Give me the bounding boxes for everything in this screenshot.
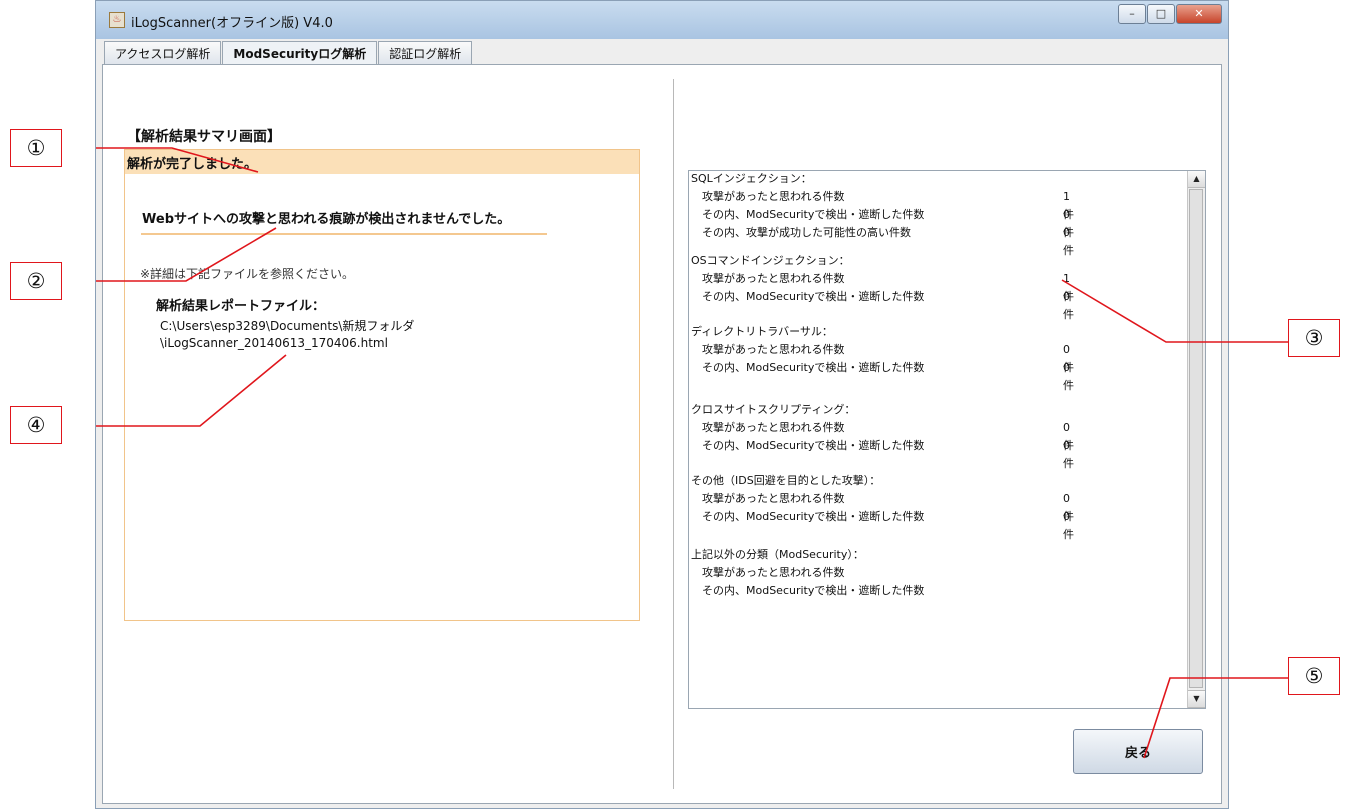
list-item: その内、攻撃が成功した可能性の高い件数 0件 bbox=[691, 224, 1074, 257]
callout-2: ② bbox=[10, 262, 62, 300]
item-label: 攻撃があったと思われる件数 bbox=[702, 190, 845, 203]
page-title: 【解析結果サマリ画面】 bbox=[127, 129, 281, 145]
group-ids-evasion: その他（IDS回避を目的とした攻撃）： 攻撃があったと思われる件数 0件 その内、… bbox=[691, 472, 1074, 541]
results-list[interactable]: SQLインジェクション： 攻撃があったと思われる件数 1件 その内、ModSecu… bbox=[688, 170, 1206, 709]
group-sql-injection: SQLインジェクション： 攻撃があったと思われる件数 1件 その内、ModSecu… bbox=[691, 171, 1074, 257]
item-count: 0件 bbox=[1063, 510, 1074, 541]
divider-line bbox=[141, 233, 547, 235]
tab-access-log[interactable]: アクセスログ解析 bbox=[104, 41, 222, 64]
group-title: SQLインジェクション： bbox=[691, 172, 812, 185]
list-item: 攻撃があったと思われる件数 1件 bbox=[691, 188, 1074, 221]
callout-1: ① bbox=[10, 129, 62, 167]
list-item: 攻撃があったと思われる件数 0件 bbox=[691, 341, 1074, 374]
title-bar: ♨ iLogScanner(オフライン版) V4.0 – □ ✕ bbox=[96, 1, 1228, 39]
item-label: 攻撃があったと思われる件数 bbox=[702, 566, 845, 579]
pane-divider bbox=[673, 79, 674, 789]
item-count: 0件 bbox=[1063, 439, 1074, 470]
report-path-line-1: C:\Users\esp3289\Documents\新規フォルダ bbox=[160, 319, 415, 333]
group-title: その他（IDS回避を目的とした攻撃）： bbox=[691, 474, 881, 487]
tab-auth-log[interactable]: 認証ログ解析 bbox=[378, 41, 473, 64]
item-count: 0件 bbox=[1063, 226, 1074, 257]
item-label: その内、ModSecurityで検出・遮断した件数 bbox=[702, 290, 925, 303]
vertical-scrollbar[interactable]: ▲ ▼ bbox=[1187, 171, 1205, 708]
item-count: 0件 bbox=[1063, 290, 1074, 321]
list-item: 攻撃があったと思われる件数 0件 bbox=[691, 490, 1074, 523]
list-item: 攻撃があったと思われる件数 bbox=[691, 564, 924, 582]
callout-5: ⑤ bbox=[1288, 657, 1340, 695]
item-label: 攻撃があったと思われる件数 bbox=[702, 492, 845, 505]
scroll-up-icon[interactable]: ▲ bbox=[1188, 171, 1205, 188]
back-button[interactable]: 戻る bbox=[1073, 729, 1203, 774]
app-window: ♨ iLogScanner(オフライン版) V4.0 – □ ✕ アクセスログ解… bbox=[95, 0, 1229, 809]
list-item: その内、ModSecurityで検出・遮断した件数 bbox=[691, 582, 924, 600]
list-item: その内、ModSecurityで検出・遮断した件数 0件 bbox=[691, 508, 1074, 541]
group-directory-traversal: ディレクトリトラバーサル： 攻撃があったと思われる件数 0件 その内、ModSec… bbox=[691, 323, 1074, 392]
tab-content: 【解析結果サマリ画面】 解析が完了しました。 Webサイトへの攻撃と思われる痕跡… bbox=[102, 64, 1222, 804]
group-os-command-injection: OSコマンドインジェクション： 攻撃があったと思われる件数 1件 その内、ModS… bbox=[691, 252, 1074, 321]
scroll-thumb[interactable] bbox=[1189, 189, 1203, 688]
list-item: その内、ModSecurityで検出・遮断した件数 0件 bbox=[691, 359, 1074, 392]
report-path-line-2: \iLogScanner_20140613_170406.html bbox=[160, 336, 388, 350]
group-title: ディレクトリトラバーサル： bbox=[691, 325, 833, 338]
list-item: 攻撃があったと思われる件数 0件 bbox=[691, 419, 1074, 452]
group-title: OSコマンドインジェクション： bbox=[691, 254, 850, 267]
item-label: その内、ModSecurityで検出・遮断した件数 bbox=[702, 584, 925, 597]
item-label: その内、ModSecurityで検出・遮断した件数 bbox=[702, 439, 925, 452]
tab-bar: アクセスログ解析 ModSecurityログ解析 認証ログ解析 bbox=[104, 41, 473, 64]
report-file-label: 解析結果レポートファイル： bbox=[156, 299, 326, 314]
result-panel: 解析が完了しました。 Webサイトへの攻撃と思われる痕跡が検出されませんでした。… bbox=[124, 149, 640, 621]
item-label: その内、ModSecurityで検出・遮断した件数 bbox=[702, 208, 925, 221]
group-title: 上記以外の分類（ModSecurity）： bbox=[691, 548, 864, 561]
window-title: iLogScanner(オフライン版) V4.0 bbox=[131, 16, 333, 31]
detail-note: ※詳細は下記ファイルを参照ください。 bbox=[140, 267, 355, 281]
group-cross-site-scripting: クロスサイトスクリプティング： 攻撃があったと思われる件数 0件 その内、ModS… bbox=[691, 401, 1074, 470]
list-item: 攻撃があったと思われる件数 1件 bbox=[691, 270, 1074, 303]
item-label: その内、ModSecurityで検出・遮断した件数 bbox=[702, 361, 925, 374]
item-label: 攻撃があったと思われる件数 bbox=[702, 343, 845, 356]
item-label: 攻撃があったと思われる件数 bbox=[702, 421, 845, 434]
callout-4: ④ bbox=[10, 406, 62, 444]
item-count: 0件 bbox=[1063, 361, 1074, 392]
group-other-modsecurity: 上記以外の分類（ModSecurity）： 攻撃があったと思われる件数 その内、… bbox=[691, 546, 924, 600]
close-button[interactable]: ✕ bbox=[1176, 4, 1222, 24]
item-label: その内、ModSecurityで検出・遮断した件数 bbox=[702, 510, 925, 523]
list-item: その内、ModSecurityで検出・遮断した件数 0件 bbox=[691, 288, 1074, 321]
tab-modsecurity-log[interactable]: ModSecurityログ解析 bbox=[222, 41, 378, 64]
java-app-icon: ♨ bbox=[109, 12, 125, 28]
item-label: 攻撃があったと思われる件数 bbox=[702, 272, 845, 285]
callout-3: ③ bbox=[1288, 319, 1340, 357]
window-controls: – □ ✕ bbox=[1117, 4, 1222, 24]
status-header: 解析が完了しました。 bbox=[125, 150, 639, 174]
no-trace-message: Webサイトへの攻撃と思われる痕跡が検出されませんでした。 bbox=[142, 212, 511, 227]
minimize-button[interactable]: – bbox=[1118, 4, 1146, 24]
scroll-down-icon[interactable]: ▼ bbox=[1188, 690, 1205, 708]
item-label: その内、攻撃が成功した可能性の高い件数 bbox=[702, 226, 911, 239]
group-title: クロスサイトスクリプティング： bbox=[691, 403, 856, 416]
list-item: その内、ModSecurityで検出・遮断した件数 0件 bbox=[691, 206, 1074, 239]
list-item: その内、ModSecurityで検出・遮断した件数 0件 bbox=[691, 437, 1074, 470]
report-file-path[interactable]: C:\Users\esp3289\Documents\新規フォルダ \iLogS… bbox=[160, 318, 414, 352]
maximize-button[interactable]: □ bbox=[1147, 4, 1175, 24]
